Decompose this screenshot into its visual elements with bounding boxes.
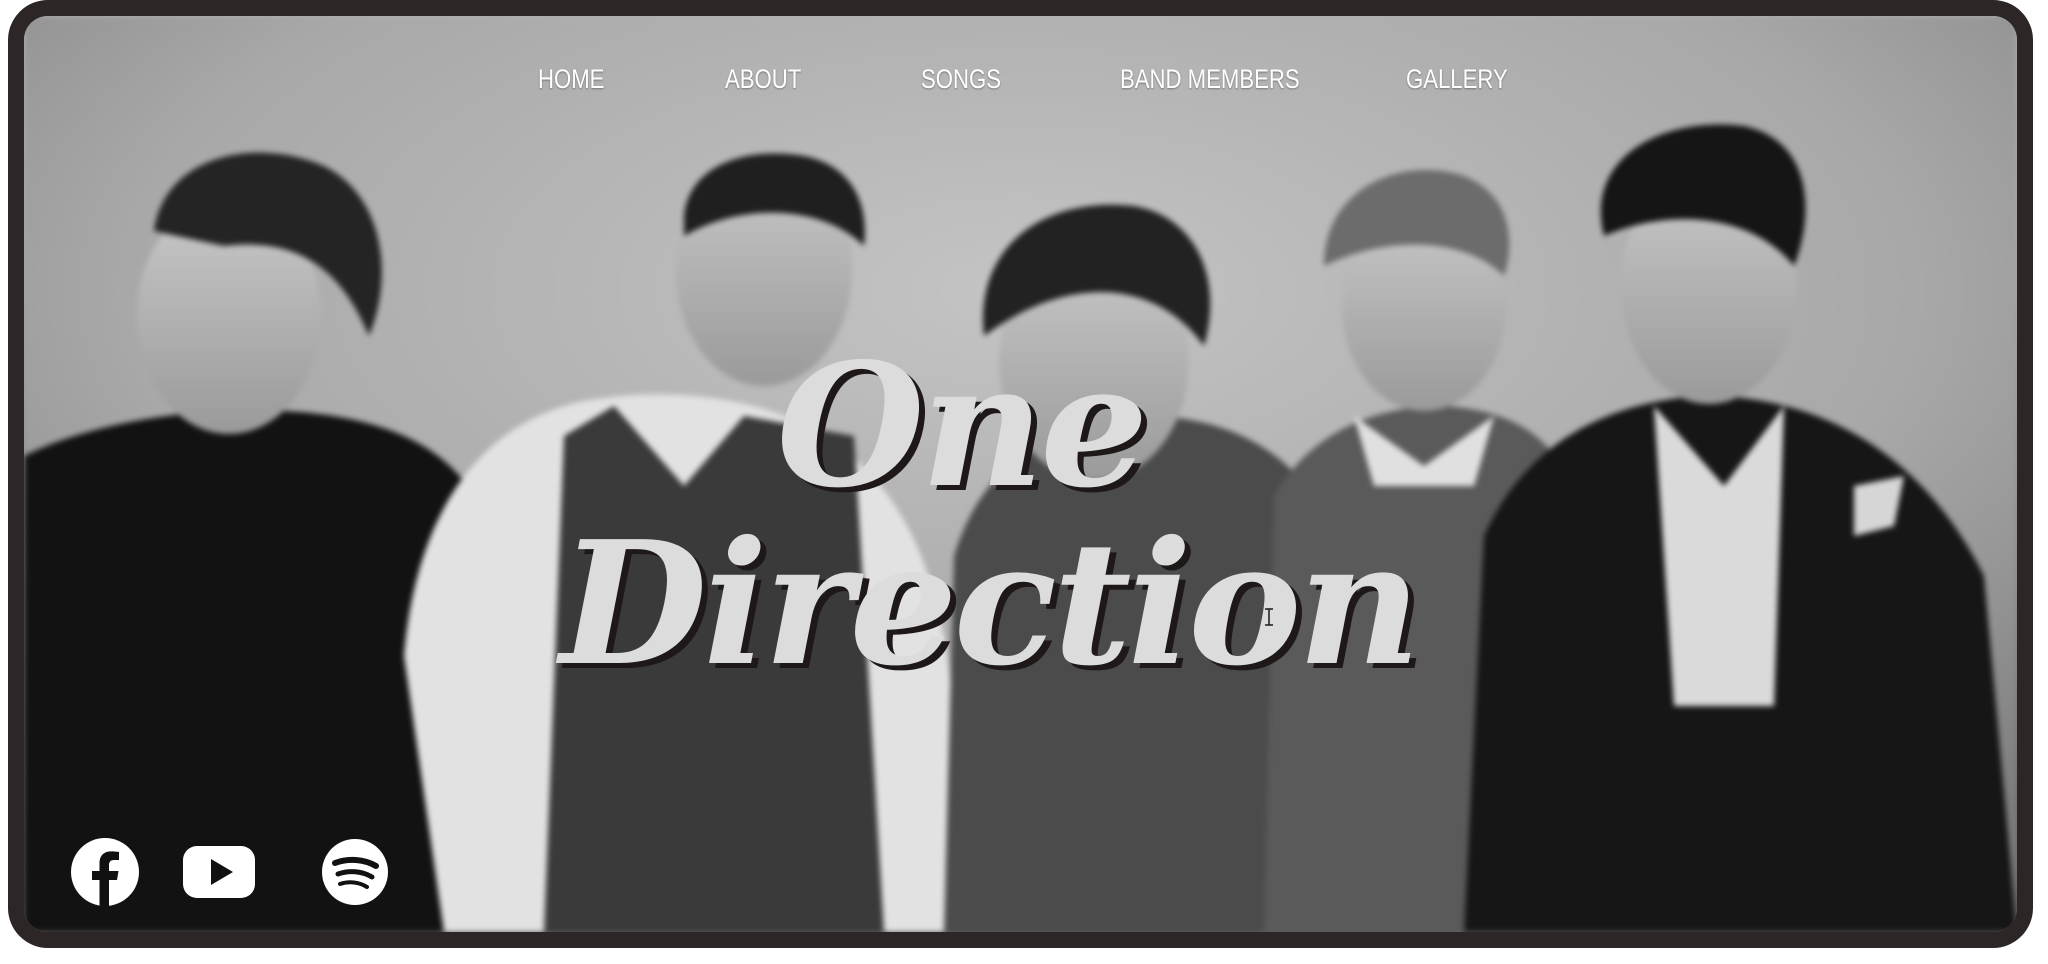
- spotify-button[interactable]: [319, 836, 391, 908]
- nav-songs[interactable]: SONGS: [921, 64, 1001, 95]
- youtube-button[interactable]: [181, 836, 257, 908]
- youtube-icon: [183, 846, 255, 898]
- hero-title: One Direction: [24, 337, 2017, 693]
- facebook-icon: [71, 838, 139, 906]
- hero-title-line-2: Direction: [559, 504, 1421, 705]
- text-cursor-icon: [1265, 608, 1273, 626]
- page-frame: HOME ABOUT SONGS BAND MEMBERS GALLERY On…: [8, 0, 2033, 948]
- nav-band-members[interactable]: BAND MEMBERS: [1120, 64, 1300, 95]
- hero-title-line-1: One: [776, 326, 1149, 527]
- spotify-icon: [322, 839, 388, 905]
- facebook-button[interactable]: [69, 836, 141, 908]
- nav-about[interactable]: ABOUT: [725, 64, 801, 95]
- nav-home[interactable]: HOME: [538, 64, 604, 95]
- main-nav: HOME ABOUT SONGS BAND MEMBERS GALLERY: [24, 64, 2017, 114]
- hero-section: HOME ABOUT SONGS BAND MEMBERS GALLERY On…: [24, 16, 2017, 932]
- nav-gallery[interactable]: GALLERY: [1406, 64, 1508, 95]
